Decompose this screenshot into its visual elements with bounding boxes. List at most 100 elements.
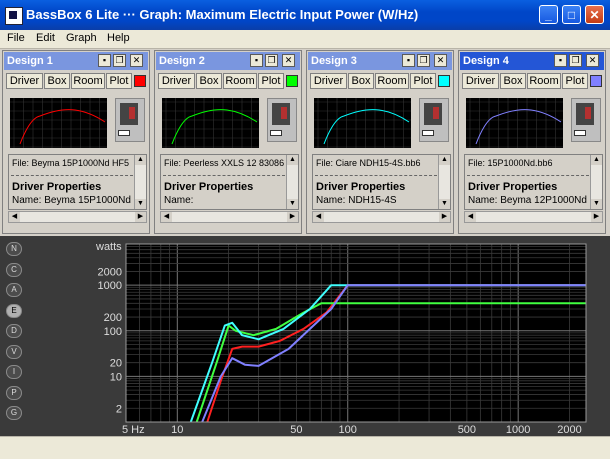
design-panel-header[interactable]: Design 1 ▪ ❐ ✕ [4, 52, 148, 70]
speaker-box-icon[interactable] [571, 98, 601, 142]
y-tick-label: 2 [116, 403, 122, 415]
title-bar: BassBox 6 Lite ··· Graph: Maximum Electr… [0, 0, 610, 30]
driver-name: Name: Beyma 15P1000Nd [12, 195, 131, 206]
design-tabs: Driver Box Room Plot [156, 73, 300, 90]
graph-area: NCAEDVIPG watts 2000 1000 200 100 20 10 2 5 Hz 10… [0, 236, 610, 436]
x-tick-label: 500 [458, 424, 476, 436]
design-tabs: Driver Box Room Plot [308, 73, 452, 90]
driver-properties-heading: Driver Properties [12, 181, 102, 193]
tab-plot[interactable]: Plot [106, 73, 132, 89]
copy-icon[interactable]: ❐ [265, 54, 278, 67]
tab-room[interactable]: Room [375, 73, 409, 89]
tab-driver[interactable]: Driver [310, 73, 347, 89]
x-tick-label: 2000 [557, 424, 581, 436]
info-horizontal-scrollbar[interactable]: ◀ ▶ [8, 211, 147, 223]
design-panel-header[interactable]: Design 4 ▪ ❐ ✕ [460, 52, 604, 70]
app-icon[interactable] [5, 7, 23, 25]
power-chart[interactable]: watts20001000200100201025 Hz 10 50 100 500 10… [0, 236, 610, 436]
menu-file[interactable]: File [7, 32, 25, 44]
y-tick-label: 200 [104, 312, 122, 324]
menu-help[interactable]: Help [107, 32, 130, 44]
design-color-swatch[interactable] [590, 75, 602, 87]
driver-info-box: File: Beyma 15P1000Nd HF5 Driver Propert… [8, 154, 147, 210]
design-panel-2: Design 2 ▪ ❐ ✕ Driver Box Room Plot File… [154, 50, 302, 234]
tab-box[interactable]: Box [500, 73, 526, 89]
driver-properties-heading: Driver Properties [164, 181, 254, 193]
menu-graph[interactable]: Graph [66, 32, 97, 44]
speaker-box-icon[interactable] [267, 98, 297, 142]
tab-box[interactable]: Box [348, 73, 374, 89]
minimize-button[interactable]: _ [539, 5, 558, 24]
driver-name: Name: [164, 195, 194, 206]
x-tick-label: 10 [171, 424, 183, 436]
tab-box[interactable]: Box [44, 73, 70, 89]
design-panel-header[interactable]: Design 3 ▪ ❐ ✕ [308, 52, 452, 70]
info-horizontal-scrollbar[interactable]: ◀ ▶ [464, 211, 603, 223]
close-panel-icon[interactable]: ✕ [282, 54, 295, 67]
mini-graph[interactable] [466, 98, 563, 148]
tab-driver[interactable]: Driver [462, 73, 499, 89]
speaker-box-icon[interactable] [419, 98, 449, 142]
tab-plot[interactable]: Plot [410, 73, 436, 89]
design-title: Design 2 [159, 55, 205, 67]
driver-info-box: File: 15P1000Nd.bb6 Driver Properties Na… [464, 154, 603, 210]
tab-driver[interactable]: Driver [158, 73, 195, 89]
design-panel-header[interactable]: Design 2 ▪ ❐ ✕ [156, 52, 300, 70]
x-tick-label: 1000 [506, 424, 530, 436]
save-icon[interactable]: ▪ [402, 54, 415, 67]
design-title: Design 1 [7, 55, 53, 67]
info-vertical-scrollbar[interactable]: ▲ ▼ [438, 155, 450, 209]
close-panel-icon[interactable]: ✕ [586, 54, 599, 67]
window-title: BassBox 6 Lite ··· Graph: Maximum Electr… [26, 7, 419, 22]
y-axis-label: watts [95, 241, 122, 253]
design-color-swatch[interactable] [134, 75, 146, 87]
tab-room[interactable]: Room [223, 73, 257, 89]
y-tick-label: 100 [104, 326, 122, 338]
save-icon[interactable]: ▪ [250, 54, 263, 67]
x-tick-label: 50 [290, 424, 302, 436]
info-vertical-scrollbar[interactable]: ▲ ▼ [286, 155, 298, 209]
driver-properties-heading: Driver Properties [468, 181, 558, 193]
design-panel-1: Design 1 ▪ ❐ ✕ Driver Box Room Plot File… [2, 50, 150, 234]
mini-graph[interactable] [162, 98, 259, 148]
tab-room[interactable]: Room [527, 73, 561, 89]
y-tick-label: 10 [110, 371, 122, 383]
design-title: Design 3 [311, 55, 357, 67]
close-panel-icon[interactable]: ✕ [434, 54, 447, 67]
mini-graph[interactable] [10, 98, 107, 148]
info-horizontal-scrollbar[interactable]: ◀ ▶ [312, 211, 451, 223]
driver-name: Name: Beyma 12P1000Nd [468, 195, 587, 206]
copy-icon[interactable]: ❐ [417, 54, 430, 67]
tab-room[interactable]: Room [71, 73, 105, 89]
design-color-swatch[interactable] [438, 75, 450, 87]
y-tick-label: 1000 [98, 280, 122, 292]
close-panel-icon[interactable]: ✕ [130, 54, 143, 67]
speaker-box-icon[interactable] [115, 98, 145, 142]
design-tabs: Driver Box Room Plot [4, 73, 148, 90]
tab-plot[interactable]: Plot [562, 73, 588, 89]
mini-graph[interactable] [314, 98, 411, 148]
design-color-swatch[interactable] [286, 75, 298, 87]
y-tick-label: 20 [110, 358, 122, 370]
driver-file: File: Ciare NDH15-4S.bb6 [316, 158, 421, 168]
design-title: Design 4 [463, 55, 509, 67]
driver-file: File: 15P1000Nd.bb6 [468, 158, 553, 168]
design-panel-4: Design 4 ▪ ❐ ✕ Driver Box Room Plot File… [458, 50, 606, 234]
info-horizontal-scrollbar[interactable]: ◀ ▶ [160, 211, 299, 223]
tab-driver[interactable]: Driver [6, 73, 43, 89]
tab-box[interactable]: Box [196, 73, 222, 89]
status-bar [0, 436, 610, 459]
maximize-button[interactable]: □ [562, 5, 581, 24]
save-icon[interactable]: ▪ [554, 54, 567, 67]
tab-plot[interactable]: Plot [258, 73, 284, 89]
menu-edit[interactable]: Edit [36, 32, 55, 44]
info-vertical-scrollbar[interactable]: ▲ ▼ [134, 155, 146, 209]
menu-bar: File Edit Graph Help [0, 30, 610, 49]
copy-icon[interactable]: ❐ [569, 54, 582, 67]
copy-icon[interactable]: ❐ [113, 54, 126, 67]
driver-file: File: Beyma 15P1000Nd HF5 [12, 158, 130, 168]
info-vertical-scrollbar[interactable]: ▲ ▼ [590, 155, 602, 209]
save-icon[interactable]: ▪ [98, 54, 111, 67]
y-tick-label: 2000 [98, 266, 122, 278]
close-button[interactable]: ✕ [585, 5, 604, 24]
